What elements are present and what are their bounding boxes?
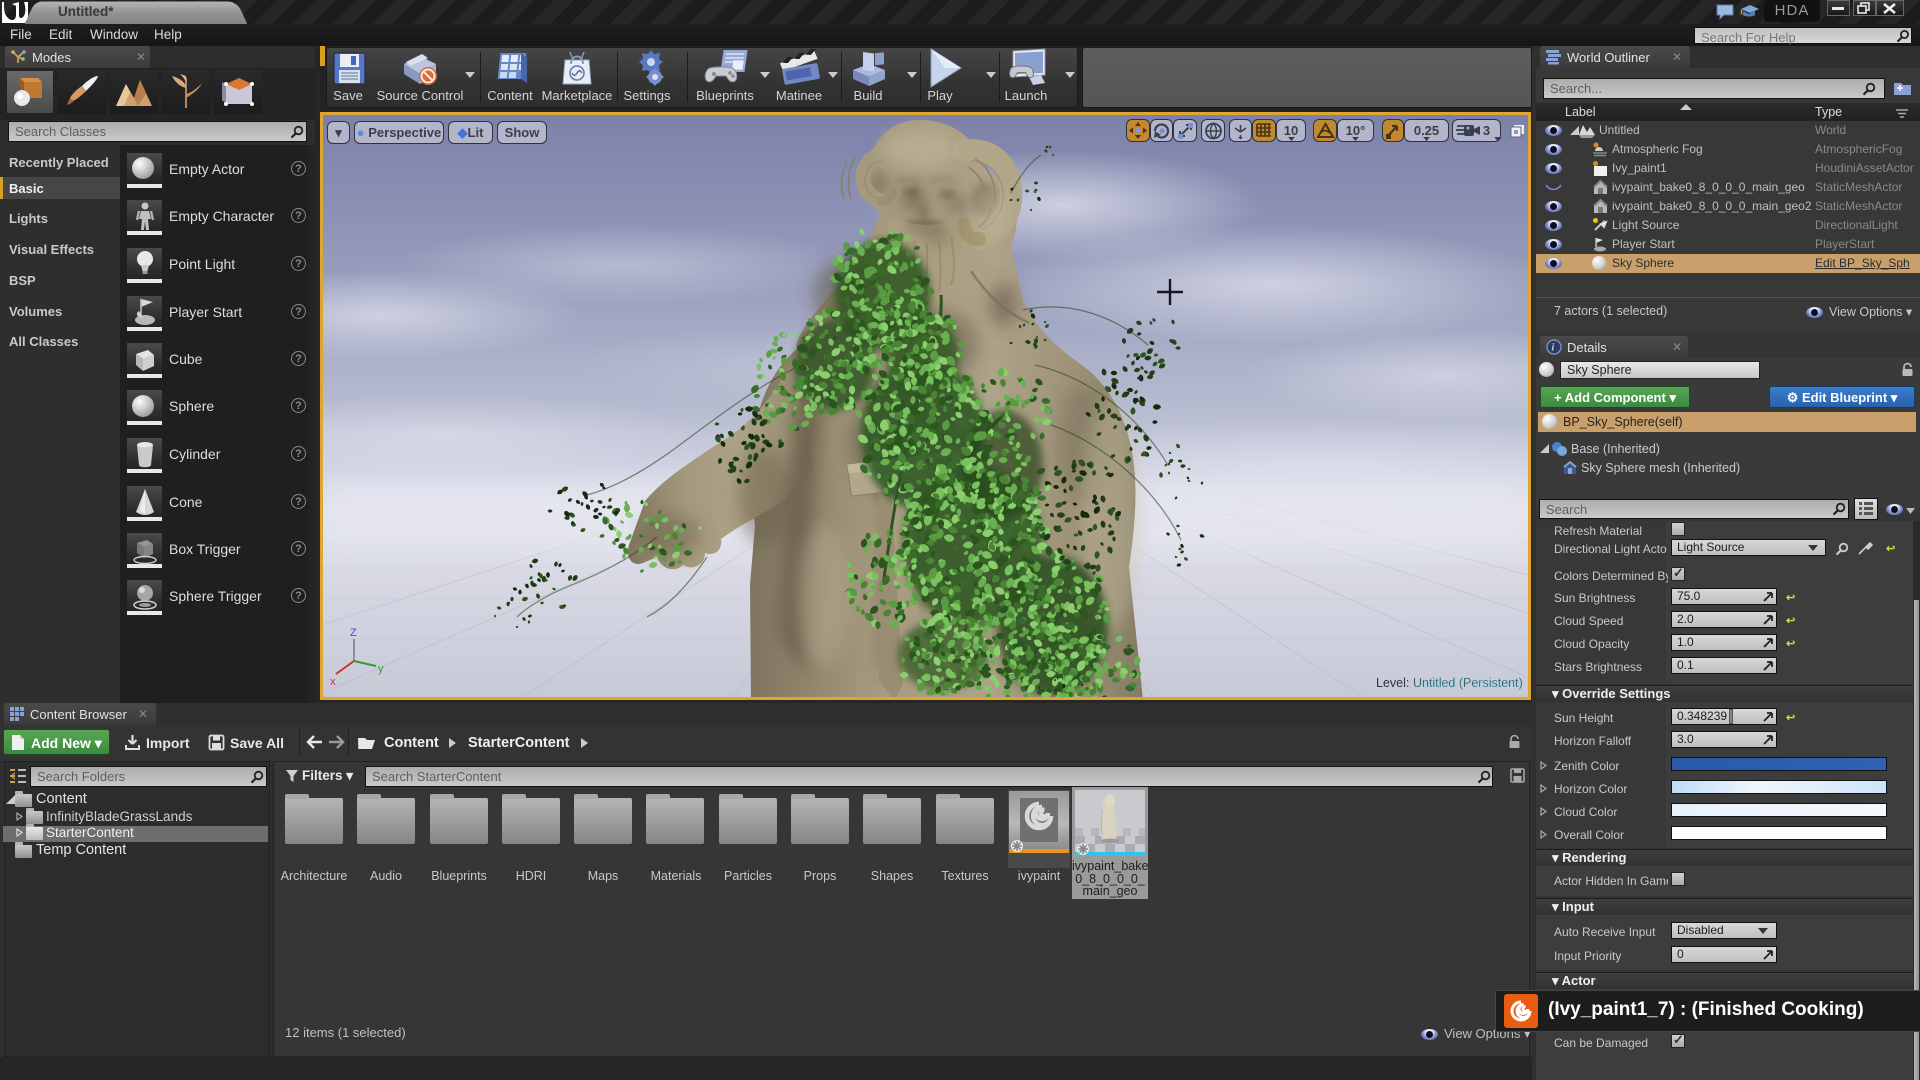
svg-text:i: i	[1552, 343, 1555, 354]
svg-text:Z: Z	[350, 627, 357, 639]
svg-text:x: x	[330, 676, 336, 688]
svg-text:Level:: Level:	[1376, 676, 1409, 690]
svg-text:y: y	[378, 663, 384, 675]
svg-text:Untitled (Persistent): Untitled (Persistent)	[1413, 676, 1523, 690]
